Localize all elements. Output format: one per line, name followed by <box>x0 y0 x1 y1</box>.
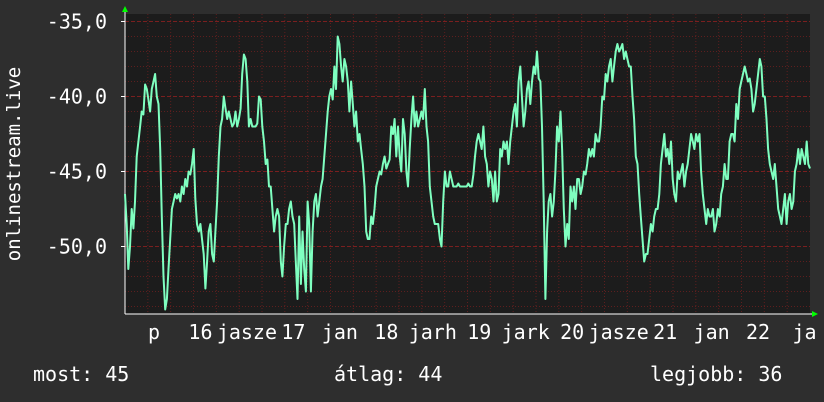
stat-best: legjobb: 36 <box>650 362 783 386</box>
y-tick-label: -45,0 <box>47 160 107 184</box>
x-tick-label: jan <box>322 320 358 344</box>
x-axis-arrow <box>812 311 818 317</box>
x-tick-label: jasze <box>217 320 277 344</box>
x-tick-label: 20 <box>560 320 584 344</box>
x-tick-label: 17 <box>281 320 305 344</box>
y-tick-label: -50,0 <box>47 235 107 259</box>
x-tick-label: ja <box>792 320 816 344</box>
y-axis-arrow <box>122 6 128 12</box>
x-tick-label: 22 <box>746 320 770 344</box>
y-tick-label: -40,0 <box>47 85 107 109</box>
stat-current: most: 45 <box>33 362 130 386</box>
x-tick-label: jarh <box>409 320 457 344</box>
chart: -35,0-40,0-45,0-50,0p 16 jasze 17 jan 18 jarh 1… <box>3 6 818 344</box>
x-tick-label: jasze <box>589 320 649 344</box>
y-tick-label: -35,0 <box>47 10 107 34</box>
x-tick-label: 19 <box>467 320 491 344</box>
y-axis-label: onlinestream.live <box>3 67 25 261</box>
x-tick-label: 16 <box>188 320 212 344</box>
x-tick-label: p <box>148 320 160 344</box>
x-tick-label: jan <box>694 320 730 344</box>
stat-average: átlag: 44 <box>334 362 443 386</box>
x-tick-label: 18 <box>374 320 398 344</box>
x-tick-label: jark <box>502 320 550 344</box>
x-tick-label: 21 <box>653 320 677 344</box>
